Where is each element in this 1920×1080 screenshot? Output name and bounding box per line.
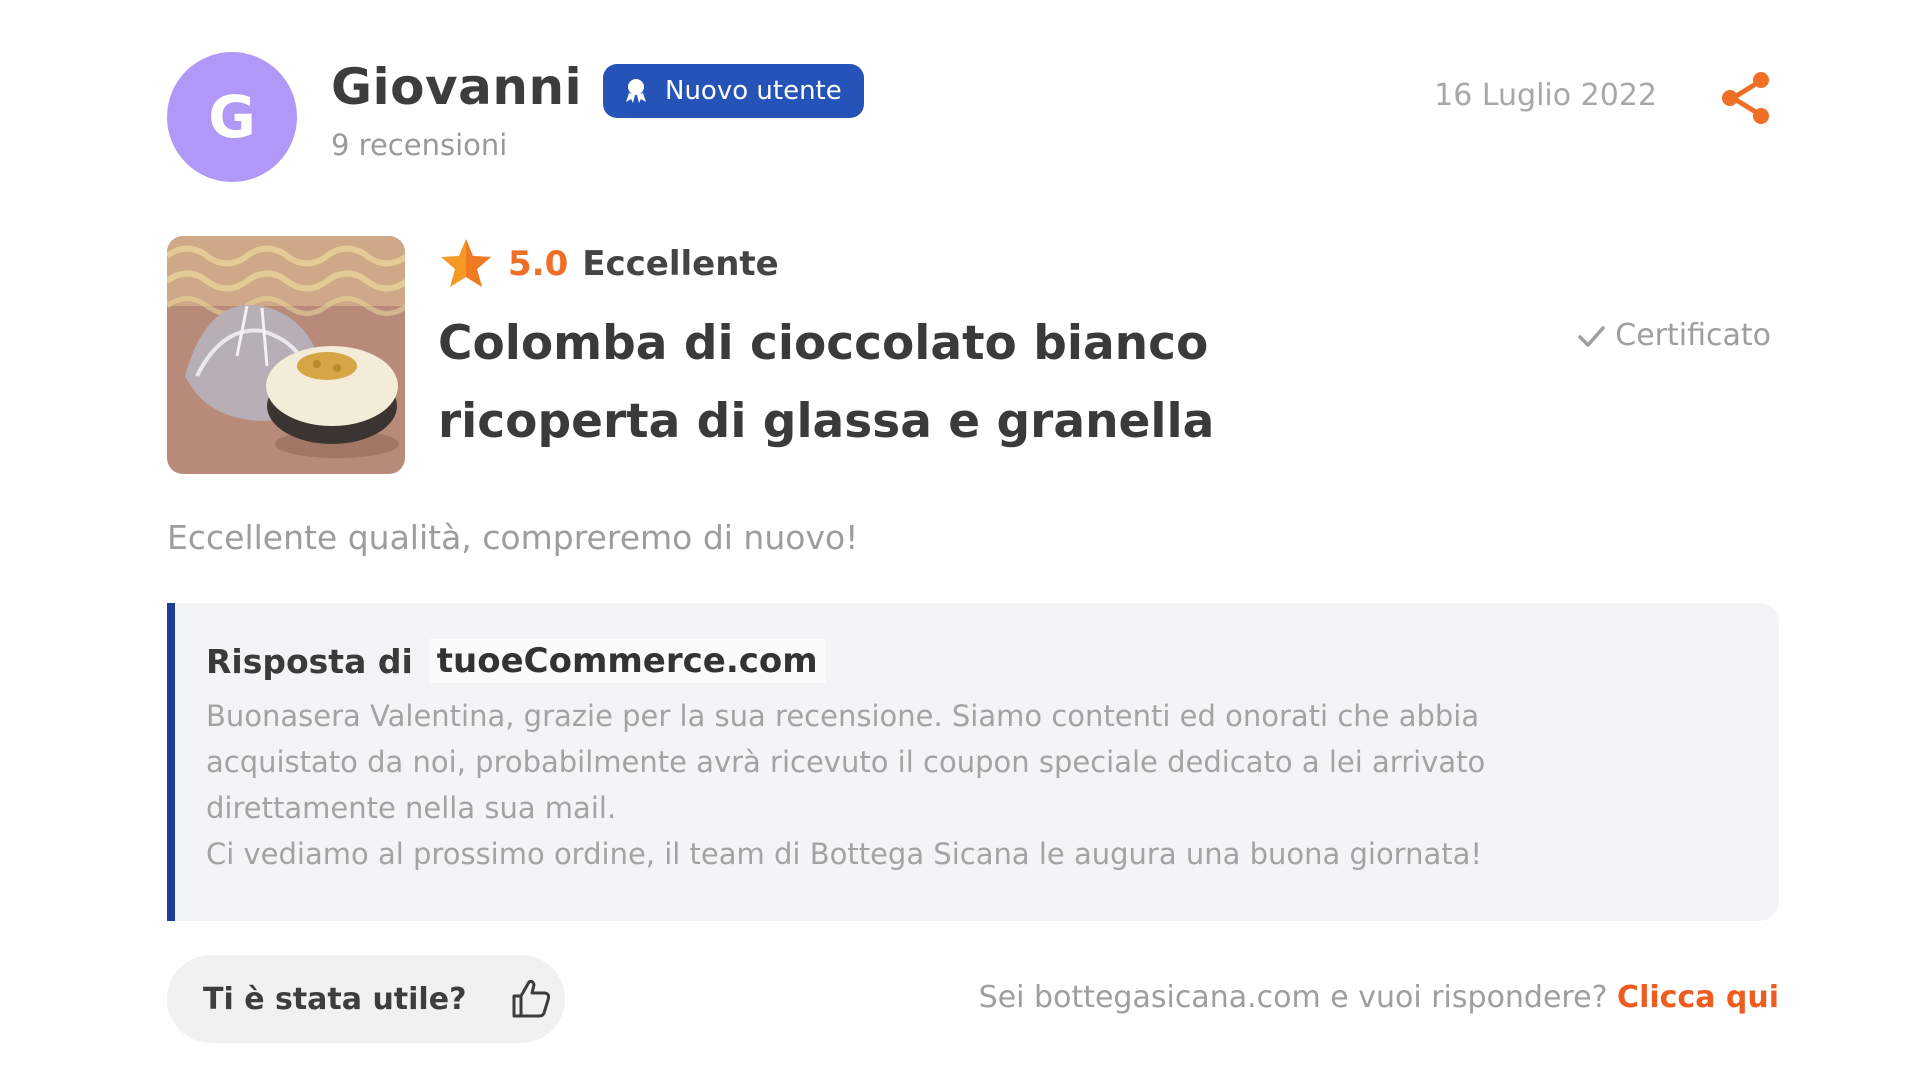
review-text: Eccellente qualità, compreremo di nuovo! bbox=[167, 518, 859, 557]
helpful-button[interactable]: Ti è stata utile? bbox=[167, 955, 565, 1043]
reply-label: Risposta di bbox=[206, 641, 413, 681]
avatar-initial: G bbox=[208, 83, 256, 151]
reply-header: Risposta di tuoeCommerce.com bbox=[206, 639, 1749, 683]
review-count: 9 recensioni bbox=[331, 128, 508, 162]
helpful-label: Ti è stata utile? bbox=[203, 981, 467, 1017]
reply-shop-name: tuoeCommerce.com bbox=[428, 639, 826, 683]
merchant-reply-prompt: Sei bottegasicana.com e vuoi rispondere?… bbox=[979, 980, 1779, 1015]
certified-label: Certificato bbox=[1615, 318, 1771, 353]
check-icon bbox=[1578, 325, 1606, 347]
reply-line: acquistato da noi, probabilmente avrà ri… bbox=[206, 745, 1486, 779]
product-photo bbox=[167, 236, 405, 474]
share-icon[interactable] bbox=[1717, 68, 1777, 128]
star-icon bbox=[441, 239, 491, 287]
rating-value: 5.0 bbox=[508, 244, 569, 284]
certified-badge: Certificato bbox=[1575, 318, 1771, 353]
reply-line: direttamente nella sua mail. bbox=[206, 791, 617, 825]
review-card: G Giovanni Nuovo utente 9 recensioni 16 … bbox=[167, 0, 1779, 1080]
avatar: G bbox=[167, 52, 297, 182]
rating-row: 5.0 Eccellente bbox=[438, 236, 779, 292]
rating-label: Eccellente bbox=[582, 244, 779, 284]
new-user-badge: Nuovo utente bbox=[603, 64, 864, 118]
reply-body: Buonasera Valentina, grazie per la sua r… bbox=[206, 693, 1749, 877]
badge-label: Nuovo utente bbox=[665, 76, 842, 106]
product-image[interactable] bbox=[167, 236, 405, 474]
review-date: 16 Luglio 2022 bbox=[1434, 78, 1657, 113]
reply-line: Buonasera Valentina, grazie per la sua r… bbox=[206, 699, 1480, 733]
merchant-reply: Risposta di tuoeCommerce.com Buonasera V… bbox=[167, 603, 1779, 921]
reply-prompt-text: Sei bottegasicana.com e vuoi rispondere? bbox=[978, 980, 1608, 1015]
thumbs-up-icon bbox=[512, 979, 551, 1018]
product-title[interactable]: Colomba di cioccolato bianco ricoperta d… bbox=[438, 305, 1338, 461]
reply-line: Ci vediamo al prossimo ordine, il team d… bbox=[206, 837, 1483, 871]
reply-link[interactable]: Clicca qui bbox=[1617, 980, 1779, 1015]
user-badge-icon bbox=[626, 79, 646, 103]
user-name[interactable]: Giovanni bbox=[331, 58, 582, 116]
